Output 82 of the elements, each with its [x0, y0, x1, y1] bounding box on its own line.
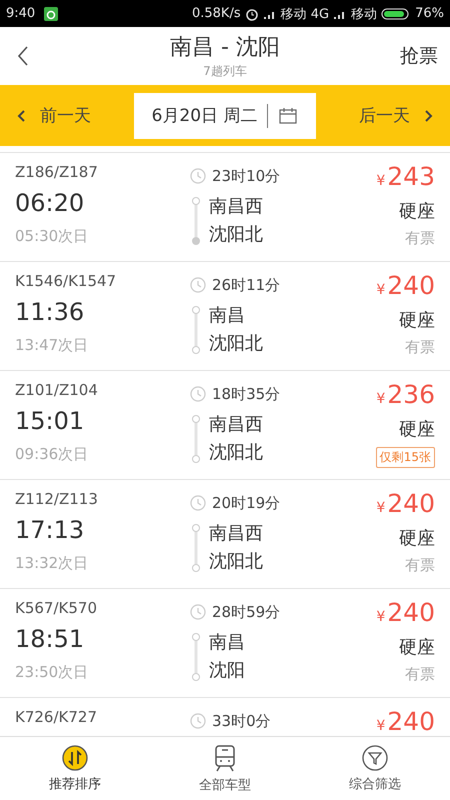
route-title: 南昌 - 沈阳: [170, 34, 280, 62]
departure-station: 南昌: [209, 304, 246, 328]
train-number: Z186/Z187: [15, 163, 99, 183]
tickets-left-tag: 仅剩15张: [376, 447, 435, 468]
departure-time: 15:01: [15, 407, 86, 437]
duration: 20时19分: [212, 494, 280, 512]
seat-class: 硬座: [399, 636, 435, 660]
arrival-station: 沈阳北: [209, 550, 263, 574]
train-row[interactable]: Z186/Z187 06:20 05:30次日 23时10分 南昌西 沈阳北 ¥243 硬座 有票: [0, 153, 450, 262]
departure-time: 11:36: [15, 298, 86, 328]
bottom-tab[interactable]: 全部车型: [150, 737, 300, 800]
arrival-station: 沈阳北: [209, 332, 263, 356]
app-notification-icon: [43, 6, 60, 22]
availability: 有票: [405, 665, 435, 684]
departure-time: 06:20: [15, 189, 86, 219]
duration: 23时10分: [212, 166, 280, 186]
arrival-station: 沈阳: [209, 659, 245, 683]
bottom-tab[interactable]: 综合筛选: [300, 737, 450, 800]
chevron-left-icon: [16, 108, 26, 122]
train-row[interactable]: K1546/K1547 11:36 13:47次日 26时11分 南昌 沈阳北 ¥240 硬座 有票: [0, 262, 450, 371]
seat-class: 硬座: [399, 527, 435, 551]
clock-icon: [190, 604, 206, 620]
arrival-station: 沈阳北: [209, 223, 263, 247]
seat-class: 硬座: [399, 200, 435, 224]
previous-day-button[interactable]: 前一天: [12, 100, 95, 131]
duration: 26时11分: [212, 276, 280, 294]
next-day-button[interactable]: 后一天: [355, 100, 438, 131]
seat-class: 硬座: [399, 309, 435, 333]
arrival-time: 13:32次日: [15, 554, 90, 573]
price: ¥240: [376, 599, 435, 629]
train-number: K567/K570: [15, 599, 98, 619]
back-icon[interactable]: [16, 45, 30, 67]
train-number: Z101/Z104: [15, 381, 99, 401]
availability: 有票: [405, 556, 435, 575]
clock-icon: [190, 277, 206, 293]
grab-ticket-link[interactable]: 抢票: [400, 43, 438, 69]
departure-time: 17:13: [15, 516, 86, 546]
departure-station: 南昌: [209, 631, 245, 655]
train-row[interactable]: K567/K570 18:51 23:50次日 28时59分 南昌 沈阳 ¥240 硬座 有票: [0, 589, 450, 698]
clock-time: 9:40: [6, 6, 36, 21]
departure-station: 南昌西: [209, 413, 263, 437]
price: ¥236: [376, 381, 435, 411]
price: ¥243: [376, 163, 435, 193]
train-count: 7趟列车: [203, 63, 247, 80]
bottom-tab[interactable]: 推荐排序: [0, 737, 150, 800]
departure-station: 南昌西: [209, 195, 263, 219]
arrival-time: 13:47次日: [15, 336, 90, 355]
arrival-station: 沈阳北: [209, 441, 263, 465]
train-row[interactable]: Z112/Z113 17:13 13:32次日 20时19分 南昌西 沈阳北 ¥240 硬座 有票: [0, 480, 450, 589]
carrier-label: 移动: [351, 6, 378, 22]
clock-icon: [190, 386, 206, 402]
alarm-icon: [244, 6, 259, 20]
train-number: Z112/Z113: [15, 490, 99, 510]
network-speed: 0.58K/s: [192, 6, 241, 21]
filter-icon: [362, 744, 388, 770]
departure-station: 南昌西: [209, 522, 263, 546]
duration: 33时0分: [212, 712, 271, 730]
calendar-icon: [278, 106, 298, 124]
battery-percent: 76%: [415, 6, 444, 21]
departure-time: 18:51: [15, 625, 86, 655]
duration: 18时35分: [212, 384, 280, 404]
arrival-time: 09:36次日: [15, 445, 90, 464]
clock-icon: [190, 713, 206, 729]
carrier-label: 移动 4G: [280, 6, 330, 22]
arrival-time: 23:50次日: [15, 663, 90, 682]
train-number: K1546/K1547: [15, 272, 118, 292]
duration: 28时59分: [212, 602, 280, 622]
arrival-time: 05:30次日: [15, 227, 90, 246]
price: ¥240: [376, 708, 435, 736]
availability: 有票: [405, 229, 435, 248]
price: ¥240: [376, 490, 435, 520]
clock-icon: [190, 495, 206, 511]
train-number: K726/K727: [15, 708, 98, 728]
chevron-right-icon: [424, 108, 434, 122]
battery-icon: [381, 6, 412, 20]
availability: 有票: [405, 338, 435, 357]
train-row[interactable]: Z101/Z104 15:01 09:36次日 18时35分 南昌西 沈阳北 ¥236 硬座 仅剩15张: [0, 371, 450, 480]
price: ¥240: [376, 272, 435, 302]
date-picker[interactable]: 6月20日 周二: [134, 92, 316, 138]
sort-icon: [62, 744, 88, 770]
clock-icon: [190, 168, 206, 184]
seat-class: 硬座: [399, 418, 435, 442]
